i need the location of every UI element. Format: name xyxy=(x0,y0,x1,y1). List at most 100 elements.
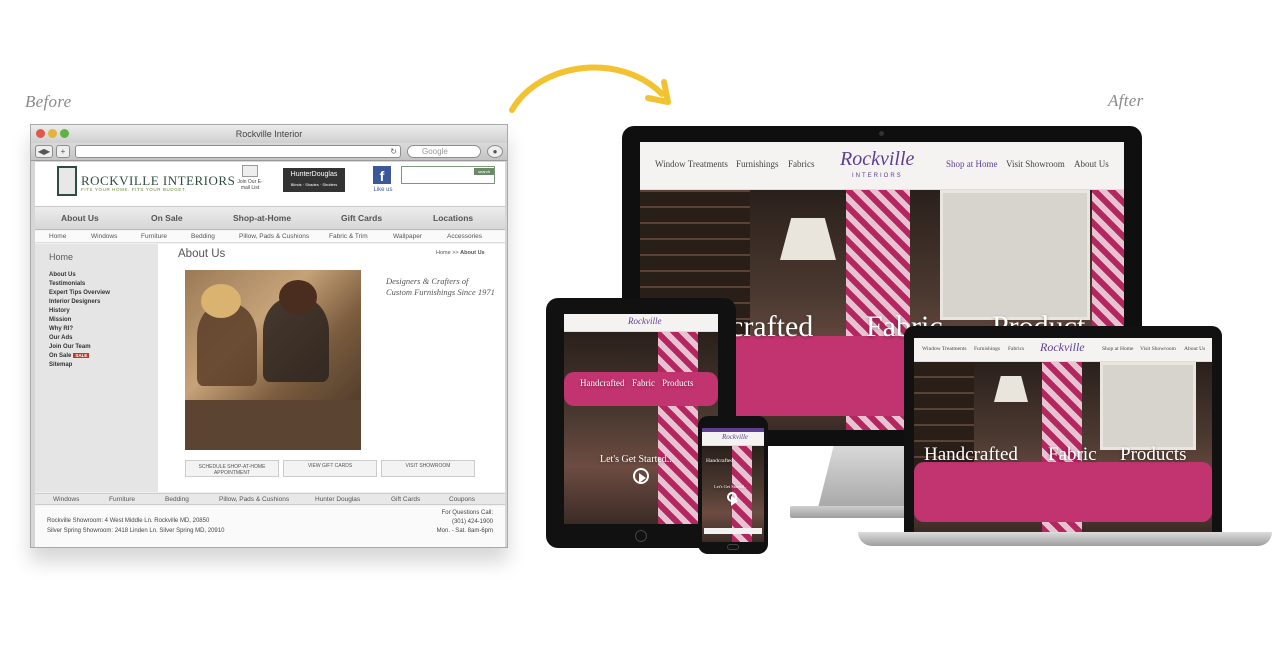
schedule-appointment-button[interactable]: SCHEDULE SHOP-AT-HOME APPOINTMENT xyxy=(185,460,279,477)
nav-item[interactable]: Visit Showroom xyxy=(1006,159,1065,169)
before-browser-window: Rockville Interior ◀▶ + ↻ Google ● ROCKV… xyxy=(30,124,508,548)
rockville-logo[interactable]: Rockville xyxy=(628,316,661,326)
sidebar-item[interactable]: Mission xyxy=(49,317,71,323)
sub-nav-item[interactable]: Accessories xyxy=(447,233,482,240)
nav-item[interactable]: Fabrics xyxy=(788,159,815,169)
sidebar-item[interactable]: Why RI? xyxy=(49,326,73,332)
about-photo xyxy=(185,270,361,450)
site-search-button[interactable]: search xyxy=(474,168,494,175)
play-icon[interactable] xyxy=(727,492,739,506)
sidebar-item[interactable]: Expert Tips Overview xyxy=(49,290,110,296)
comparison-stage: Before After Rockville Interior ◀▶ + ↻ G… xyxy=(0,0,1280,664)
main-nav-item[interactable]: Shop-at-Home xyxy=(233,213,291,223)
laptop-screen: Window Treatments Furnishings Fabrics Ro… xyxy=(914,338,1212,532)
nav-item[interactable]: Shop at Home xyxy=(946,159,998,169)
settings-icon[interactable]: ● xyxy=(487,145,503,158)
main-nav-item[interactable]: Locations xyxy=(433,213,473,223)
bottom-nav-item[interactable]: Gift Cards xyxy=(391,496,420,503)
sub-nav-item[interactable]: Wallpaper xyxy=(393,233,422,240)
nav-item[interactable]: About Us xyxy=(1184,346,1205,352)
main-nav-item[interactable]: About Us xyxy=(61,213,99,223)
phone-input[interactable] xyxy=(704,528,762,534)
sidebar-item[interactable]: Interior Designers xyxy=(49,299,100,305)
hunter-douglas-logo[interactable]: HunterDouglas Blinds · Shades · Shutters xyxy=(283,168,345,192)
sidebar-item[interactable]: Sitemap xyxy=(49,362,72,368)
footer-phone[interactable]: (301) 424-1900 xyxy=(423,519,493,525)
mailing-list-link[interactable]: Join Our E-mail List xyxy=(237,165,263,191)
browser-toolbar: ◀▶ + ↻ Google ● xyxy=(31,143,507,161)
tablet-screen: Rockville Handcrafted Fabric Products Le… xyxy=(564,314,718,524)
close-icon[interactable] xyxy=(36,129,45,138)
back-forward-icon[interactable]: ◀▶ xyxy=(35,145,53,158)
hero-word: Fabric xyxy=(1048,444,1097,465)
minimize-icon[interactable] xyxy=(48,129,57,138)
footer-hours: Mon. - Sat. 8am-6pm xyxy=(436,528,493,534)
sidebar-item[interactable]: Our Ads xyxy=(49,335,72,341)
sub-nav-item[interactable]: Furniture xyxy=(141,233,167,240)
rockville-logo[interactable]: Rockville xyxy=(722,433,748,441)
sidebar-item[interactable]: Join Our Team xyxy=(49,344,91,350)
sub-nav-item[interactable]: Windows xyxy=(91,233,117,240)
nav-item[interactable]: Window Treatments xyxy=(655,159,728,169)
nav-item[interactable]: Visit Showroom xyxy=(1140,346,1176,352)
phone-device: Rockville Handcrafted Let's Get Started.… xyxy=(698,416,768,554)
old-sub-nav: Home Windows Furniture Bedding Pillow, P… xyxy=(35,231,505,243)
footer-call-label: For Questions Call: xyxy=(441,510,493,516)
photo-head xyxy=(201,284,241,318)
maximize-icon[interactable] xyxy=(60,129,69,138)
hero-word: Handcrafted xyxy=(580,378,625,388)
old-logo[interactable]: ROCKVILLE INTERIORS FITS YOUR HOME. FITS… xyxy=(57,166,235,196)
add-bookmark-icon[interactable]: + xyxy=(56,145,70,158)
facebook-icon[interactable]: f xyxy=(373,166,391,184)
nav-item[interactable]: Furnishings xyxy=(974,346,1000,352)
view-gift-cards-button[interactable]: VIEW GIFT CARDS xyxy=(283,460,377,477)
url-field[interactable]: ↻ xyxy=(75,145,401,158)
breadcrumb: Home >> About Us xyxy=(436,250,485,256)
sidebar-item-label: On Sale xyxy=(49,353,72,359)
sidebar-item-on-sale[interactable]: On Sale SALE xyxy=(49,353,90,359)
bottom-nav-item[interactable]: Windows xyxy=(53,496,79,503)
sub-nav-item[interactable]: Pillow, Pads & Cushions xyxy=(239,233,309,240)
site-search-input[interactable]: search xyxy=(401,166,495,184)
sidebar-item[interactable]: About Us xyxy=(49,272,76,278)
nav-item[interactable]: Fabrics xyxy=(1008,346,1024,352)
bottom-nav-item[interactable]: Bedding xyxy=(165,496,189,503)
nav-item[interactable]: About Us xyxy=(1074,159,1109,169)
hero-word: Products xyxy=(1120,444,1187,465)
laptop-base xyxy=(858,532,1272,546)
tagline: Designers & Crafters of Custom Furnishin… xyxy=(386,276,495,297)
sub-nav-item[interactable]: Bedding xyxy=(191,233,215,240)
phone-nav: Rockville xyxy=(702,432,764,446)
sidebar-heading[interactable]: Home xyxy=(49,252,73,262)
play-icon[interactable] xyxy=(633,468,649,484)
cta-text: Let's Get Started... xyxy=(714,484,748,489)
after-label: After xyxy=(1108,91,1144,110)
main-nav-item[interactable]: On Sale xyxy=(151,213,183,223)
bottom-nav-item[interactable]: Coupons xyxy=(449,496,475,503)
hero-word: Products xyxy=(662,378,694,388)
home-button-icon[interactable] xyxy=(727,544,739,550)
sub-nav-item[interactable]: Fabric & Trim xyxy=(329,233,368,240)
bottom-nav-item[interactable]: Hunter Douglas xyxy=(315,496,360,503)
rockville-logo[interactable]: Rockville xyxy=(840,148,914,171)
nav-item[interactable]: Window Treatments xyxy=(922,346,967,352)
breadcrumb-home[interactable]: Home >> xyxy=(436,250,460,256)
mail-icon xyxy=(242,165,258,177)
search-field[interactable]: Google xyxy=(407,145,481,158)
old-content: About Us Home >> About Us Designers & Cr… xyxy=(158,244,505,492)
nav-item[interactable]: Furnishings xyxy=(736,159,779,169)
reload-icon[interactable]: ↻ xyxy=(390,146,397,157)
sale-badge: SALE xyxy=(73,353,90,358)
sidebar-item[interactable]: Testimonials xyxy=(49,281,85,287)
breadcrumb-current: About Us xyxy=(460,250,485,256)
visit-showroom-button[interactable]: VISIT SHOWROOM xyxy=(381,460,475,477)
bottom-nav-item[interactable]: Furniture xyxy=(109,496,135,503)
sub-nav-item[interactable]: Home xyxy=(49,233,66,240)
nav-item[interactable]: Shop at Home xyxy=(1102,346,1133,352)
main-nav-item[interactable]: Gift Cards xyxy=(341,213,382,223)
bottom-nav-item[interactable]: Pillow, Pads & Cushions xyxy=(219,496,289,503)
sidebar-item[interactable]: History xyxy=(49,308,70,314)
rockville-logo[interactable]: Rockville xyxy=(1040,340,1085,355)
home-button-icon[interactable] xyxy=(635,530,647,542)
chair-logo-icon xyxy=(57,166,77,196)
